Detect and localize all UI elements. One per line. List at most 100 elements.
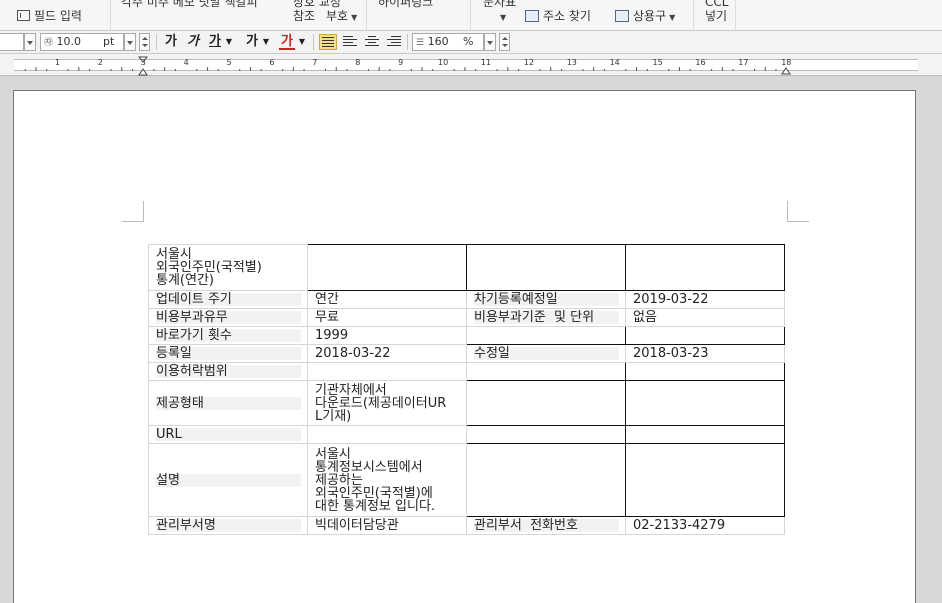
table-cell[interactable]: 2019-03-22	[625, 290, 785, 309]
font-size-unit: pt	[103, 35, 115, 48]
correction-mark-button[interactable]: 부호 ▼	[326, 9, 357, 25]
table-cell[interactable]	[466, 362, 626, 381]
table-cell[interactable]: 연간	[307, 290, 467, 309]
ruler-number: 5	[226, 58, 232, 67]
ruler-number: 14	[609, 58, 620, 67]
ccl-label[interactable]: CCL	[705, 0, 728, 9]
table-cell[interactable]: 관리부서 전화번호	[466, 516, 626, 535]
table-cell[interactable]: 02-2133-4279	[625, 516, 785, 535]
strike-dropdown[interactable]: ▼	[260, 34, 272, 50]
ruler-number: 7	[312, 58, 318, 67]
table-cell[interactable]	[625, 326, 785, 345]
font-size-field[interactable]: ㉶ 10.0 pt	[40, 33, 124, 51]
ccl-insert-button[interactable]: 넣기	[705, 9, 727, 23]
font-color-dropdown[interactable]: ▼	[296, 34, 308, 50]
strike-button[interactable]: 가	[244, 34, 260, 50]
table-cell[interactable]	[307, 425, 467, 444]
table-cell[interactable]	[307, 362, 467, 381]
table-cell[interactable]: 빅데이터담당관	[307, 516, 467, 535]
font-size-spinner[interactable]	[139, 33, 150, 51]
table-cell[interactable]: URL	[148, 425, 308, 444]
table-row: 이용허락범위	[148, 362, 785, 381]
table-cell[interactable]	[466, 326, 626, 345]
hyperlink-button[interactable]: 하이퍼링크	[378, 0, 433, 9]
cross-ref-button[interactable]: 참조	[293, 9, 315, 23]
ribbon-toolbar: 필드 입력 각주 미주 메모 덧말 책갈피 상호 교정 참조 부호 ▼ 하이퍼링크…	[0, 0, 942, 31]
line-spacing-spinner[interactable]	[499, 33, 510, 51]
format-toolbar: ㉶ 10.0 pt 가 가 가 ▼ 가 ▼ 가 ▼ ☰ 160 %	[0, 31, 942, 54]
ruler-number: 1	[54, 58, 60, 67]
ruler-number: 8	[355, 58, 361, 67]
table-cell[interactable]: 바로가기 횟수	[148, 326, 308, 345]
bold-button[interactable]: 가	[163, 34, 179, 50]
italic-button[interactable]: 가	[185, 34, 201, 50]
ruler-number: 2	[97, 58, 103, 67]
horizontal-ruler[interactable]: 1 2 3 4 5 6 7 8 9 10 11 12 13 14 15 16 17 18	[0, 54, 942, 76]
table-cell[interactable]: 기관자체에서 다운로드(제공데이터UR L기재)	[307, 380, 467, 426]
table-cell[interactable]: 무료	[307, 308, 467, 327]
ruler-number: 9	[398, 58, 404, 67]
font-color-button[interactable]: 가	[279, 34, 295, 50]
line-spacing-dropdown[interactable]	[484, 33, 496, 51]
ruler-number: 11	[480, 58, 492, 67]
table-cell[interactable]	[307, 244, 467, 291]
table-cell[interactable]: 2018-03-22	[307, 344, 467, 363]
table-cell[interactable]: 업데이트 주기	[148, 290, 308, 309]
table-row: URL	[148, 425, 785, 444]
center-align-button[interactable]	[363, 34, 381, 50]
table-cell[interactable]: 수정일	[466, 344, 626, 363]
font-name-dropdown[interactable]	[24, 33, 36, 51]
document-page[interactable]: 서울시 외국인주민(국적별) 통계(연간) 업데이트 주기 연간 차기등록예정일…	[13, 90, 916, 603]
address-search-label: 주소 찾기	[543, 9, 591, 23]
line-spacing-field[interactable]: ☰ 160 %	[412, 33, 484, 51]
table-cell[interactable]: 서울시 통계정보시스템에서 제공하는 외국인주민(국적별)에 대한 통계정보 입…	[307, 443, 467, 517]
table-cell[interactable]	[625, 362, 785, 381]
left-align-button[interactable]	[341, 34, 359, 50]
table-cell[interactable]: 없음	[625, 308, 785, 327]
table-cell[interactable]: 비용부과기준 및 단위	[466, 308, 626, 327]
table-cell[interactable]: 제공형태	[148, 380, 308, 426]
table-cell[interactable]: 이용허락범위	[148, 362, 308, 381]
table-cell[interactable]	[466, 425, 626, 444]
char-table-button[interactable]: 문자표	[483, 0, 516, 9]
justify-align-button[interactable]	[319, 34, 337, 50]
font-name-field[interactable]	[0, 33, 24, 51]
table-cell[interactable]: 등록일	[148, 344, 308, 363]
table-cell[interactable]: 관리부서명	[148, 516, 308, 535]
table-cell[interactable]: 차기등록예정일	[466, 290, 626, 309]
table-cell[interactable]: 서울시 외국인주민(국적별) 통계(연간)	[148, 244, 308, 291]
field-input-label: 필드 입력	[34, 9, 82, 23]
table-cell[interactable]: 2018-03-23	[625, 344, 785, 363]
mutual-correction-label[interactable]: 상호 교정	[293, 0, 341, 9]
document-area: 서울시 외국인주민(국적별) 통계(연간) 업데이트 주기 연간 차기등록예정일…	[0, 77, 942, 603]
table-cell[interactable]	[625, 425, 785, 444]
font-size-dropdown[interactable]	[124, 33, 136, 51]
chevron-down-icon: ▼	[500, 13, 507, 22]
table-row: 비용부과유무 무료 비용부과기준 및 단위 없음	[148, 308, 785, 327]
metadata-table[interactable]: 서울시 외국인주민(국적별) 통계(연간) 업데이트 주기 연간 차기등록예정일…	[148, 244, 785, 535]
field-input-button[interactable]: 필드 입력	[17, 9, 82, 23]
underline-button[interactable]: 가	[207, 34, 223, 50]
table-cell[interactable]: 1999	[307, 326, 467, 345]
right-align-button[interactable]	[385, 34, 403, 50]
table-cell[interactable]	[466, 443, 626, 517]
phrases-label: 상용구	[633, 9, 667, 23]
table-cell[interactable]	[625, 380, 785, 426]
table-cell[interactable]	[625, 443, 785, 517]
address-search-icon	[525, 10, 539, 22]
table-cell[interactable]	[625, 244, 785, 291]
table-cell[interactable]	[466, 244, 626, 291]
insert-group-labels[interactable]: 각주 미주 메모 덧말 책갈피	[121, 0, 258, 9]
address-search-button[interactable]: 주소 찾기	[525, 9, 591, 23]
table-cell[interactable]: 설명	[148, 443, 308, 517]
ruler-number: 18	[781, 58, 792, 67]
chevron-down-icon: ▼	[669, 13, 676, 22]
ruler-number: 15	[652, 58, 663, 67]
right-indent-marker[interactable]	[781, 66, 791, 75]
table-cell[interactable]: 비용부과유무	[148, 308, 308, 327]
phrases-button[interactable]: 상용구 ▼	[615, 9, 675, 25]
table-cell[interactable]	[466, 380, 626, 426]
underline-dropdown[interactable]: ▼	[223, 34, 235, 50]
char-table-dropdown[interactable]: ▼	[497, 9, 506, 25]
table-row: 업데이트 주기 연간 차기등록예정일 2019-03-22	[148, 290, 785, 309]
